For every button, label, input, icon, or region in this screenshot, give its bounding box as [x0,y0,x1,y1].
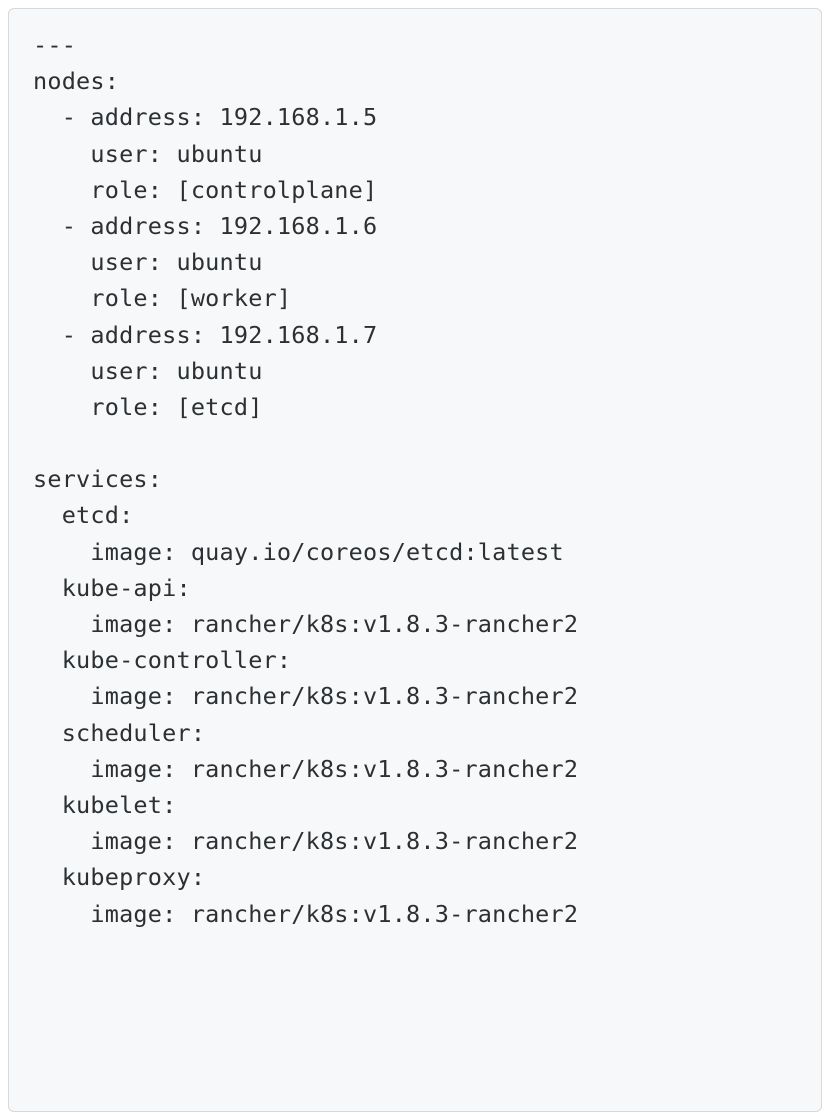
node-user: user: ubuntu [33,357,263,385]
node-address: - address: 192.168.1.5 [33,103,377,131]
service-kubeproxy-key: kubeproxy: [33,863,205,891]
service-kubeapi-image: image: rancher/k8s:v1.8.3-rancher2 [33,610,578,638]
service-kubecontroller-key: kube-controller: [33,646,291,674]
node-role: role: [etcd] [33,393,263,421]
service-scheduler-image: image: rancher/k8s:v1.8.3-rancher2 [33,755,578,783]
service-scheduler-key: scheduler: [33,719,205,747]
code-content: --- nodes: - address: 192.168.1.5 user: … [33,27,797,932]
code-block: --- nodes: - address: 192.168.1.5 user: … [8,8,822,1112]
node-user: user: ubuntu [33,248,263,276]
service-etcd-key: etcd: [33,501,133,529]
node-role: role: [worker] [33,284,291,312]
service-kubelet-key: kubelet: [33,791,176,819]
service-kubeapi-key: kube-api: [33,574,191,602]
service-etcd-image: image: quay.io/coreos/etcd:latest [33,538,564,566]
node-address: - address: 192.168.1.6 [33,212,377,240]
nodes-key: nodes: [33,67,119,95]
service-kubeproxy-image: image: rancher/k8s:v1.8.3-rancher2 [33,900,578,928]
node-user: user: ubuntu [33,140,263,168]
yaml-header: --- [33,31,76,59]
service-kubelet-image: image: rancher/k8s:v1.8.3-rancher2 [33,827,578,855]
node-role: role: [controlplane] [33,176,377,204]
services-key: services: [33,465,162,493]
node-address: - address: 192.168.1.7 [33,321,377,349]
service-kubecontroller-image: image: rancher/k8s:v1.8.3-rancher2 [33,682,578,710]
